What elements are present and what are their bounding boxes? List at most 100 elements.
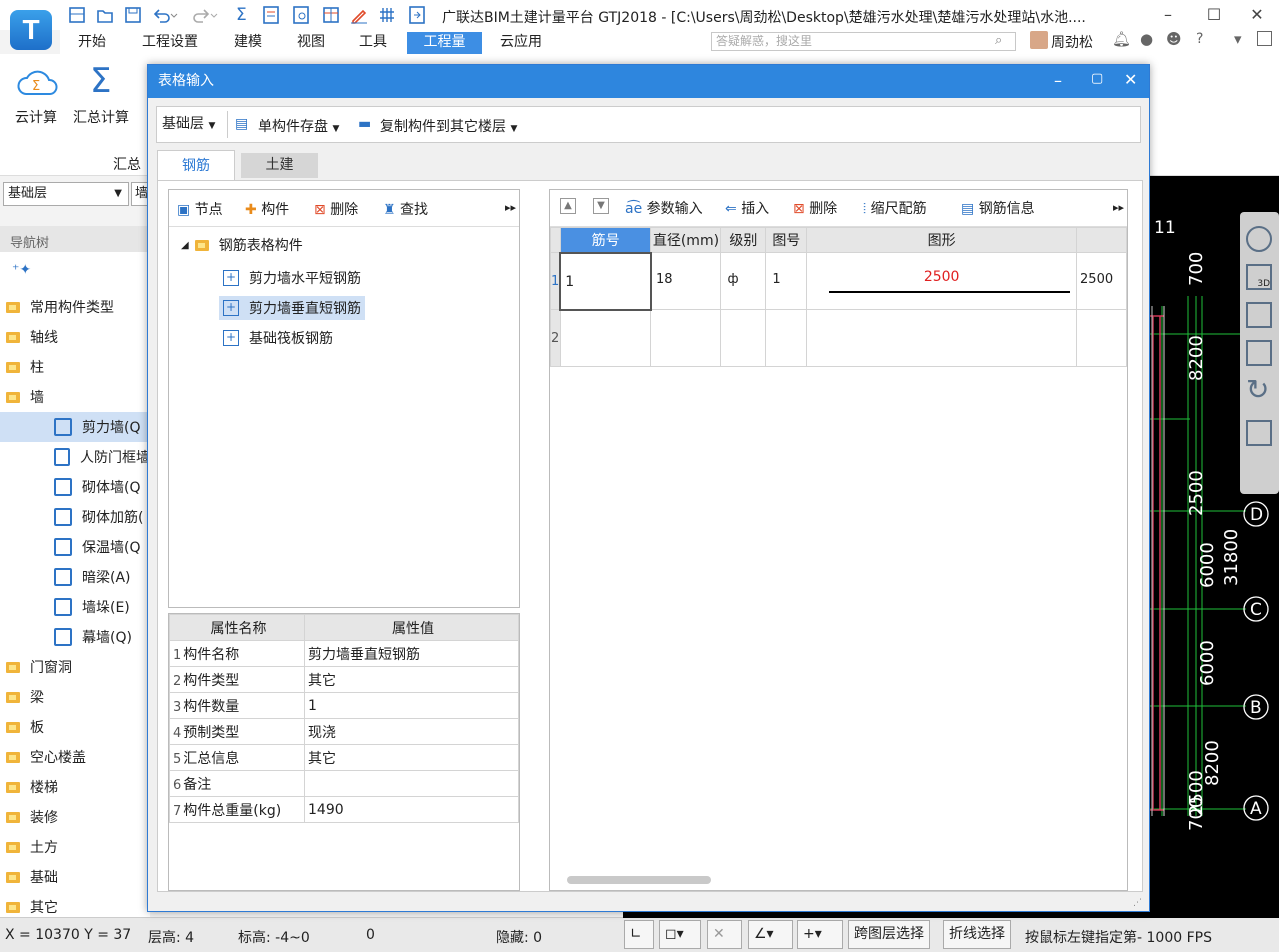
grid-delete-button[interactable]: ⊠ 删除 — [793, 198, 837, 218]
save-icon[interactable] — [124, 6, 142, 24]
horizontal-scrollbar[interactable] — [567, 876, 711, 884]
nav-item[interactable]: 保温墙(Q — [0, 532, 150, 562]
property-value[interactable]: 现浇 — [304, 718, 519, 745]
shirt-icon[interactable]: ▾ — [1234, 30, 1242, 48]
component-button[interactable]: ✚ 构件 — [245, 199, 289, 219]
nav-item[interactable]: 墙垛(E) — [0, 592, 150, 622]
property-row[interactable]: 2 构件类型 其它 — [169, 666, 519, 693]
chat-icon[interactable]: ● — [1140, 30, 1153, 48]
menu-project-settings[interactable]: 工程设置 — [130, 32, 210, 54]
nav-item[interactable]: 常用构件类型 — [0, 292, 150, 322]
cube-icon[interactable] — [1246, 302, 1272, 328]
property-row[interactable]: 7 构件总重量(kg) 1490 — [169, 796, 519, 823]
cross-layer-select-button[interactable]: 跨图层选择 — [848, 920, 930, 949]
minimize-button[interactable]: – — [1154, 4, 1182, 26]
property-value[interactable]: 1490 — [304, 796, 519, 823]
rebar-info-button[interactable]: ▤ 钢筋信息 — [961, 198, 1035, 218]
face-icon[interactable]: ☻ — [1166, 30, 1182, 48]
app-logo[interactable]: T — [10, 10, 52, 50]
nav-item[interactable]: 砌体加筋( — [0, 502, 150, 532]
diameter-cell[interactable] — [650, 309, 722, 367]
property-value[interactable]: 其它 — [304, 744, 519, 771]
tab-steel[interactable]: 钢筋 — [157, 150, 235, 180]
nav-item[interactable]: 板 — [0, 712, 150, 742]
tree-delete-button[interactable]: ⊠ 删除 — [314, 199, 358, 219]
report-icon[interactable] — [262, 6, 280, 24]
grid-icon[interactable] — [378, 6, 396, 24]
grade-cell[interactable] — [720, 309, 767, 367]
table-icon[interactable] — [322, 6, 340, 24]
nav-item[interactable]: 墙 — [0, 382, 150, 412]
insert-button[interactable]: ⇐ 插入 — [725, 198, 769, 218]
sum-calc-icon[interactable]: Σ — [90, 62, 111, 100]
tab-civil[interactable]: 土建 — [241, 153, 318, 178]
cloud-calc-icon[interactable]: Σ — [16, 66, 60, 100]
property-value[interactable] — [304, 770, 519, 797]
figure-no-cell[interactable] — [765, 309, 808, 367]
undo-icon[interactable] — [152, 6, 178, 24]
diameter-header[interactable]: 直径(mm) — [650, 227, 722, 253]
view-3d-icon[interactable]: 3D — [1246, 264, 1272, 290]
export-icon[interactable] — [408, 6, 426, 24]
dialog-minimize-button[interactable]: – — [1054, 71, 1062, 90]
more-icon[interactable]: ▸▸ — [1113, 201, 1124, 214]
save-component-button[interactable]: 单构件存盘 ▼ — [258, 116, 339, 136]
nav-item[interactable]: 砌体墙(Q — [0, 472, 150, 502]
table-row[interactable]: 2 — [550, 309, 1127, 367]
property-row[interactable]: 3 构件数量 1 — [169, 692, 519, 719]
help-icon[interactable]: ? — [1196, 31, 1203, 47]
more-icon[interactable]: ▸▸ — [505, 201, 516, 214]
table-row[interactable]: 1 1 18 ф 1 2500 2500 — [550, 251, 1127, 311]
menu-view[interactable]: 视图 — [285, 32, 337, 54]
nav-item[interactable]: 幕墙(Q) — [0, 622, 150, 652]
menu-modeling[interactable]: 建模 — [222, 32, 274, 54]
property-row[interactable]: 1 构件名称 剪力墙垂直短钢筋 — [169, 640, 519, 667]
tree-item[interactable]: + 剪力墙水平短钢筋 — [219, 266, 365, 290]
resize-grip-icon[interactable]: ⋰ — [1133, 898, 1142, 908]
bar-no-header[interactable]: 筋号 — [559, 227, 652, 253]
bar-no-cell[interactable] — [559, 309, 652, 367]
find-button[interactable]: ♜ 查找 — [383, 199, 428, 219]
property-value[interactable]: 其它 — [304, 666, 519, 693]
property-row[interactable]: 6 备注 — [169, 770, 519, 797]
maximize-button[interactable]: ☐ — [1200, 4, 1228, 26]
dialog-close-button[interactable]: ✕ — [1124, 70, 1137, 89]
restore-icon[interactable] — [1257, 31, 1272, 46]
menu-tools[interactable]: 工具 — [347, 32, 399, 54]
move-up-icon[interactable]: ▲ — [560, 198, 576, 214]
tree-item[interactable]: + 剪力墙垂直短钢筋 — [219, 296, 365, 320]
close-button[interactable]: ✕ — [1243, 4, 1271, 26]
pencil-icon[interactable] — [350, 6, 368, 24]
shape-cell[interactable] — [806, 309, 1078, 367]
nav-item[interactable]: 暗梁(A) — [0, 562, 150, 592]
nav-item[interactable]: 基础 — [0, 862, 150, 892]
property-row[interactable]: 4 预制类型 现浇 — [169, 718, 519, 745]
nav-item[interactable]: 人防门框墙 — [0, 442, 150, 472]
bar-no-cell[interactable]: 1 — [559, 251, 652, 311]
new-file-icon[interactable] — [68, 6, 86, 24]
param-input-button[interactable]: a͡e 参数输入 — [625, 198, 703, 218]
layout-icon[interactable] — [1246, 420, 1272, 446]
avatar[interactable] — [1030, 31, 1048, 49]
scale-rebar-button[interactable]: ⦙ 缩尺配筋 — [863, 198, 927, 218]
nav-item[interactable]: 空心楼盖 — [0, 742, 150, 772]
shape-header[interactable]: 图形 — [806, 227, 1078, 253]
nav-item[interactable]: 土方 — [0, 832, 150, 862]
sum-calc-button[interactable]: 汇总计算 — [73, 107, 129, 127]
nav-item[interactable]: 剪力墙(Q — [0, 412, 150, 442]
cloud-calc-button[interactable]: 云计算 — [15, 107, 57, 127]
menu-start[interactable]: 开始 — [66, 32, 118, 54]
grade-header[interactable]: 级别 — [720, 227, 767, 253]
cross-icon[interactable]: ✕ — [707, 920, 742, 949]
copy-to-floor-button[interactable]: 复制构件到其它楼层 ▼ — [380, 116, 517, 136]
menu-quantity[interactable]: 工程量 — [407, 32, 482, 54]
node-button[interactable]: ▣ 节点 — [177, 199, 223, 219]
figure-no-header[interactable]: 图号 — [765, 227, 808, 253]
move-down-icon[interactable]: ▼ — [593, 198, 609, 214]
bell-icon[interactable]: 🔔︎ — [1112, 30, 1131, 48]
nav-add-icon[interactable]: ⁺✦ — [0, 252, 150, 292]
nav-item[interactable]: 轴线 — [0, 322, 150, 352]
sum-icon[interactable]: Σ — [236, 6, 254, 24]
grade-cell[interactable]: ф — [720, 252, 767, 310]
dialog-maximize-button[interactable]: ▢ — [1091, 71, 1103, 86]
